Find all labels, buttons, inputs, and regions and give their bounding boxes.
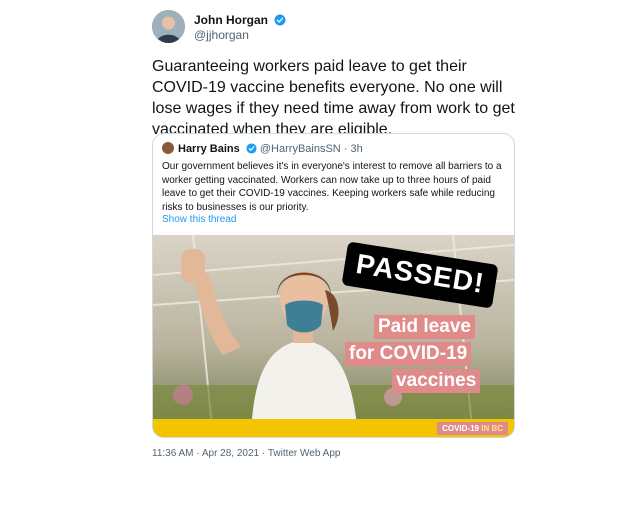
caption-line-1: Paid leave	[374, 315, 475, 339]
quoted-author-handle[interactable]: @HarryBainsSN	[260, 143, 341, 155]
covid-tag-suffix: IN BC	[481, 424, 503, 433]
separator-dot: ·	[343, 143, 348, 155]
author-avatar[interactable]	[152, 10, 185, 43]
quoted-author-avatar[interactable]	[162, 142, 174, 154]
author-name[interactable]: John Horgan	[194, 13, 286, 27]
author-handle[interactable]: @jjhorgan	[194, 28, 249, 42]
tweet-text: Guaranteeing workers paid leave to get t…	[152, 58, 515, 138]
show-thread-link[interactable]: Show this thread	[162, 214, 237, 225]
tweet-timestamp[interactable]: 11:36 AM · Apr 28, 2021 · Twitter Web Ap…	[152, 448, 340, 459]
verified-badge-icon	[274, 14, 286, 26]
author-name-text[interactable]: John Horgan	[194, 13, 268, 27]
quoted-verified-badge-icon	[246, 143, 257, 154]
quoted-author-name[interactable]: Harry Bains	[178, 143, 240, 155]
caption-line-3: vaccines	[392, 369, 481, 393]
quoted-tweet-time[interactable]: 3h	[351, 143, 363, 155]
covid-tag-prefix: COVID-19	[442, 424, 479, 433]
quoted-tweet-text: Our government believes it's in everyone…	[162, 161, 502, 213]
covid-bc-tag: COVID-19 IN BC	[437, 422, 508, 435]
quoted-tweet[interactable]: Harry Bains @HarryBainsSN · 3h Our gover…	[152, 133, 515, 438]
quoted-tweet-image[interactable]: PASSED! Paid leave for COVID-19 vaccines…	[153, 235, 514, 437]
quoted-tweet-header: Harry Bains @HarryBainsSN · 3h	[162, 142, 363, 155]
caption-line-2: for COVID-19	[345, 342, 472, 366]
